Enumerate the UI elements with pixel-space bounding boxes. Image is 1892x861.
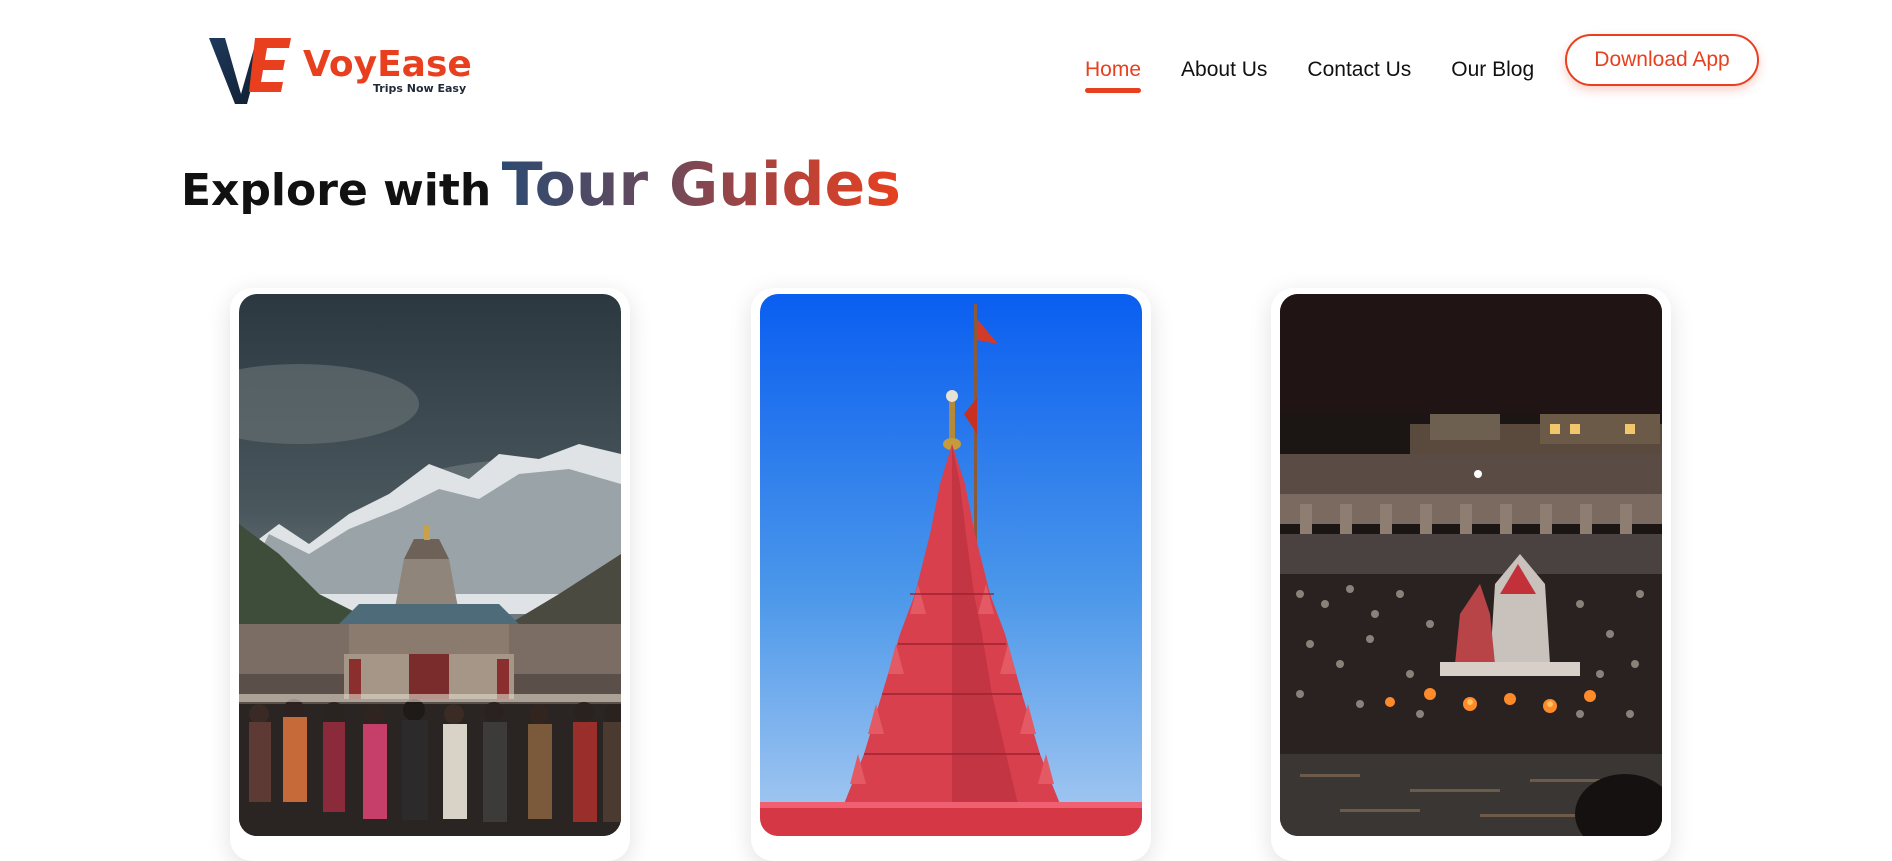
card-1-image: [239, 294, 621, 836]
nav-contact-us[interactable]: Contact Us: [1307, 58, 1411, 82]
tour-card-1[interactable]: [230, 288, 630, 861]
card-2-image: [760, 294, 1142, 836]
page-title: Explore with Tour Guides: [181, 150, 901, 220]
heading-highlight: Tour Guides: [501, 150, 901, 220]
nav-our-blog[interactable]: Our Blog: [1451, 58, 1534, 82]
nav-about-us[interactable]: About Us: [1181, 58, 1267, 82]
heading-prefix: Explore with: [181, 165, 492, 216]
logo-name: VoyEase: [303, 44, 472, 85]
tour-card-3[interactable]: [1271, 288, 1671, 861]
logo-mark-icon: [209, 34, 293, 106]
logo-tagline: Trips Now Easy: [373, 82, 467, 95]
download-app-button[interactable]: Download App: [1565, 34, 1759, 86]
card-3-image: [1280, 294, 1662, 836]
nav-home[interactable]: Home: [1085, 58, 1142, 93]
tour-card-2[interactable]: [751, 288, 1151, 861]
page: VoyEase Trips Now Easy Home About Us Con…: [0, 0, 1892, 861]
main-nav: Home About Us Contact Us Our Blog: [1085, 58, 1574, 93]
brand-logo[interactable]: VoyEase Trips Now Easy: [209, 34, 472, 106]
